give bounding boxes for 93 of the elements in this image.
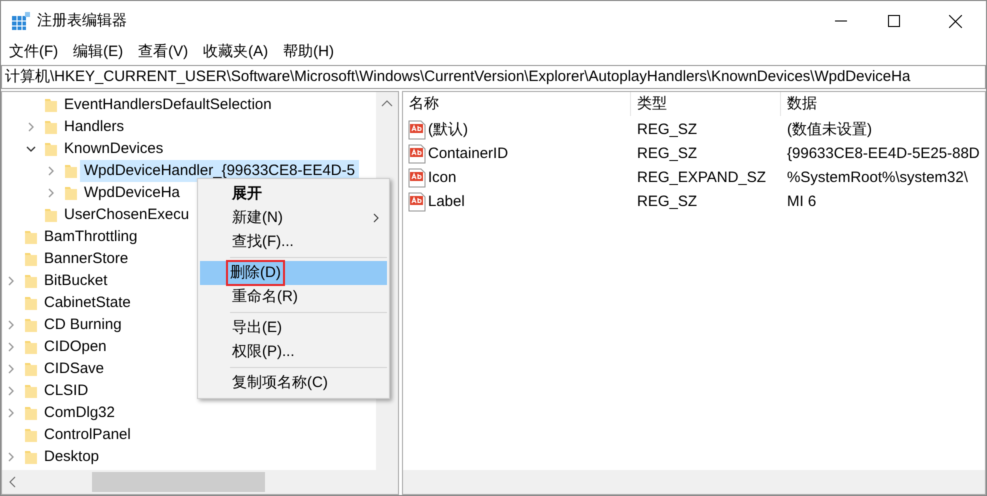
- tree-item[interactable]: WpdDeviceHa: [80, 182, 184, 204]
- menu-item-label: 重命名(R): [232, 286, 298, 307]
- context-menu-item[interactable]: 重命名(R): [200, 285, 387, 309]
- menu-item-label: 查找(F)...: [232, 232, 294, 252]
- folder-icon: [24, 251, 38, 267]
- value-name[interactable]: ContainerID: [428, 142, 508, 166]
- tree-item[interactable]: CD Burning: [40, 314, 126, 336]
- context-menu-item[interactable]: 查找(F)...: [200, 230, 387, 254]
- collapsed-chevron-icon[interactable]: [6, 320, 16, 330]
- menu-item-label: 删除(D): [228, 262, 283, 284]
- registry-app-icon: [11, 11, 31, 31]
- folder-icon: [44, 141, 58, 157]
- menu-item[interactable]: 编辑(E): [69, 40, 128, 64]
- menu-item[interactable]: 帮助(H): [279, 40, 338, 64]
- column-header[interactable]: 名称: [403, 92, 631, 116]
- value-data: {99633CE8-EE4D-5E25-88D: [786, 144, 980, 164]
- address-bar[interactable]: 计算机\HKEY_CURRENT_USER\Software\Microsoft\Windows\CurrentVersion\Explorer\AutoplayHandlers\KnownDevices\WpdDeviceHa: [1, 65, 986, 89]
- collapsed-chevron-icon[interactable]: [6, 342, 16, 352]
- string-value-icon: [408, 144, 426, 164]
- collapsed-chevron-icon[interactable]: [6, 276, 16, 286]
- folder-icon: [24, 449, 38, 465]
- folder-icon: [44, 119, 58, 135]
- tree-item[interactable]: ControlPanel: [40, 424, 135, 446]
- context-menu-item[interactable]: 权限(P)...: [200, 340, 387, 364]
- tree-item[interactable]: BamThrottling: [40, 226, 142, 248]
- menu-item-label: 权限(P)...: [232, 342, 294, 362]
- menu-item-label: 导出(E): [232, 318, 282, 338]
- folder-icon: [24, 405, 38, 421]
- menu-item[interactable]: 收藏夹(A): [199, 40, 272, 64]
- tree-item[interactable]: CabinetState: [40, 292, 135, 314]
- folder-icon: [44, 207, 58, 223]
- folder-icon: [24, 317, 38, 333]
- menu-item-label: 展开: [232, 184, 262, 204]
- collapsed-chevron-icon[interactable]: [6, 452, 16, 462]
- horizontal-scrollbar[interactable]: [2, 470, 398, 494]
- folder-icon: [24, 339, 38, 355]
- column-header[interactable]: 数据: [781, 92, 985, 116]
- tree-item[interactable]: Handlers: [60, 116, 128, 138]
- value-data: (数值未设置): [786, 120, 872, 140]
- context-menu-item[interactable]: 展开: [200, 182, 387, 206]
- tree-item[interactable]: BannerStore: [40, 248, 132, 270]
- collapsed-chevron-icon[interactable]: [46, 166, 56, 176]
- menu-item-label: 新建(N): [232, 208, 283, 228]
- collapsed-chevron-icon[interactable]: [6, 386, 16, 396]
- value-type: REG_SZ: [636, 192, 698, 212]
- collapsed-chevron-icon[interactable]: [26, 122, 36, 132]
- value-data: MI 6: [786, 192, 816, 212]
- folder-icon: [24, 427, 38, 443]
- tree-item[interactable]: ComDlg32: [40, 402, 119, 424]
- folder-icon: [24, 383, 38, 399]
- folder-icon: [24, 273, 38, 289]
- collapsed-chevron-icon[interactable]: [46, 188, 56, 198]
- context-menu-item[interactable]: 导出(E): [200, 316, 387, 340]
- value-name[interactable]: Label: [428, 190, 465, 214]
- minimize-icon: [835, 20, 847, 22]
- window-title: 注册表编辑器: [37, 10, 127, 31]
- folder-icon: [44, 97, 58, 113]
- collapsed-chevron-icon[interactable]: [6, 364, 16, 374]
- tree-item[interactable]: BitBucket: [40, 270, 112, 292]
- value-type: REG_SZ: [636, 144, 698, 164]
- menu-item-label: 复制项名称(C): [232, 372, 328, 393]
- tree-item[interactable]: CIDOpen: [40, 336, 111, 358]
- expanded-chevron-icon[interactable]: [26, 144, 36, 154]
- maximize-icon: [888, 15, 900, 27]
- folder-icon: [64, 185, 78, 201]
- context-menu-item[interactable]: 新建(N): [200, 206, 387, 230]
- folder-icon: [64, 163, 78, 179]
- tree-item[interactable]: CLSID: [40, 380, 92, 402]
- menu-item[interactable]: 查看(V): [134, 40, 192, 64]
- string-value-icon: [408, 168, 426, 188]
- collapsed-chevron-icon[interactable]: [6, 408, 16, 418]
- value-type: REG_EXPAND_SZ: [636, 168, 767, 188]
- tree-item[interactable]: Desktop: [40, 446, 104, 468]
- context-menu-item[interactable]: 删除(D): [200, 261, 387, 285]
- tree-item[interactable]: KnownDevices: [60, 138, 168, 160]
- value-data: %SystemRoot%\system32\: [786, 168, 968, 188]
- value-name[interactable]: (默认): [428, 118, 468, 142]
- column-header[interactable]: 类型: [631, 92, 781, 116]
- folder-icon: [24, 229, 38, 245]
- folder-icon: [24, 295, 38, 311]
- horizontal-scrollbar[interactable]: [403, 470, 985, 494]
- tree-item[interactable]: UserChosenExecu: [60, 204, 194, 226]
- value-name[interactable]: Icon: [428, 166, 456, 190]
- menu-item[interactable]: 文件(F): [5, 40, 62, 64]
- folder-icon: [24, 361, 38, 377]
- scrollbar-thumb[interactable]: [92, 472, 265, 492]
- context-menu-item[interactable]: 复制项名称(C): [200, 371, 387, 395]
- tree-item[interactable]: CIDSave: [40, 358, 108, 380]
- value-type: REG_SZ: [636, 120, 698, 140]
- close-icon: [948, 14, 962, 28]
- string-value-icon: [408, 120, 426, 140]
- string-value-icon: [408, 192, 426, 212]
- tree-item[interactable]: EventHandlersDefaultSelection: [60, 94, 276, 116]
